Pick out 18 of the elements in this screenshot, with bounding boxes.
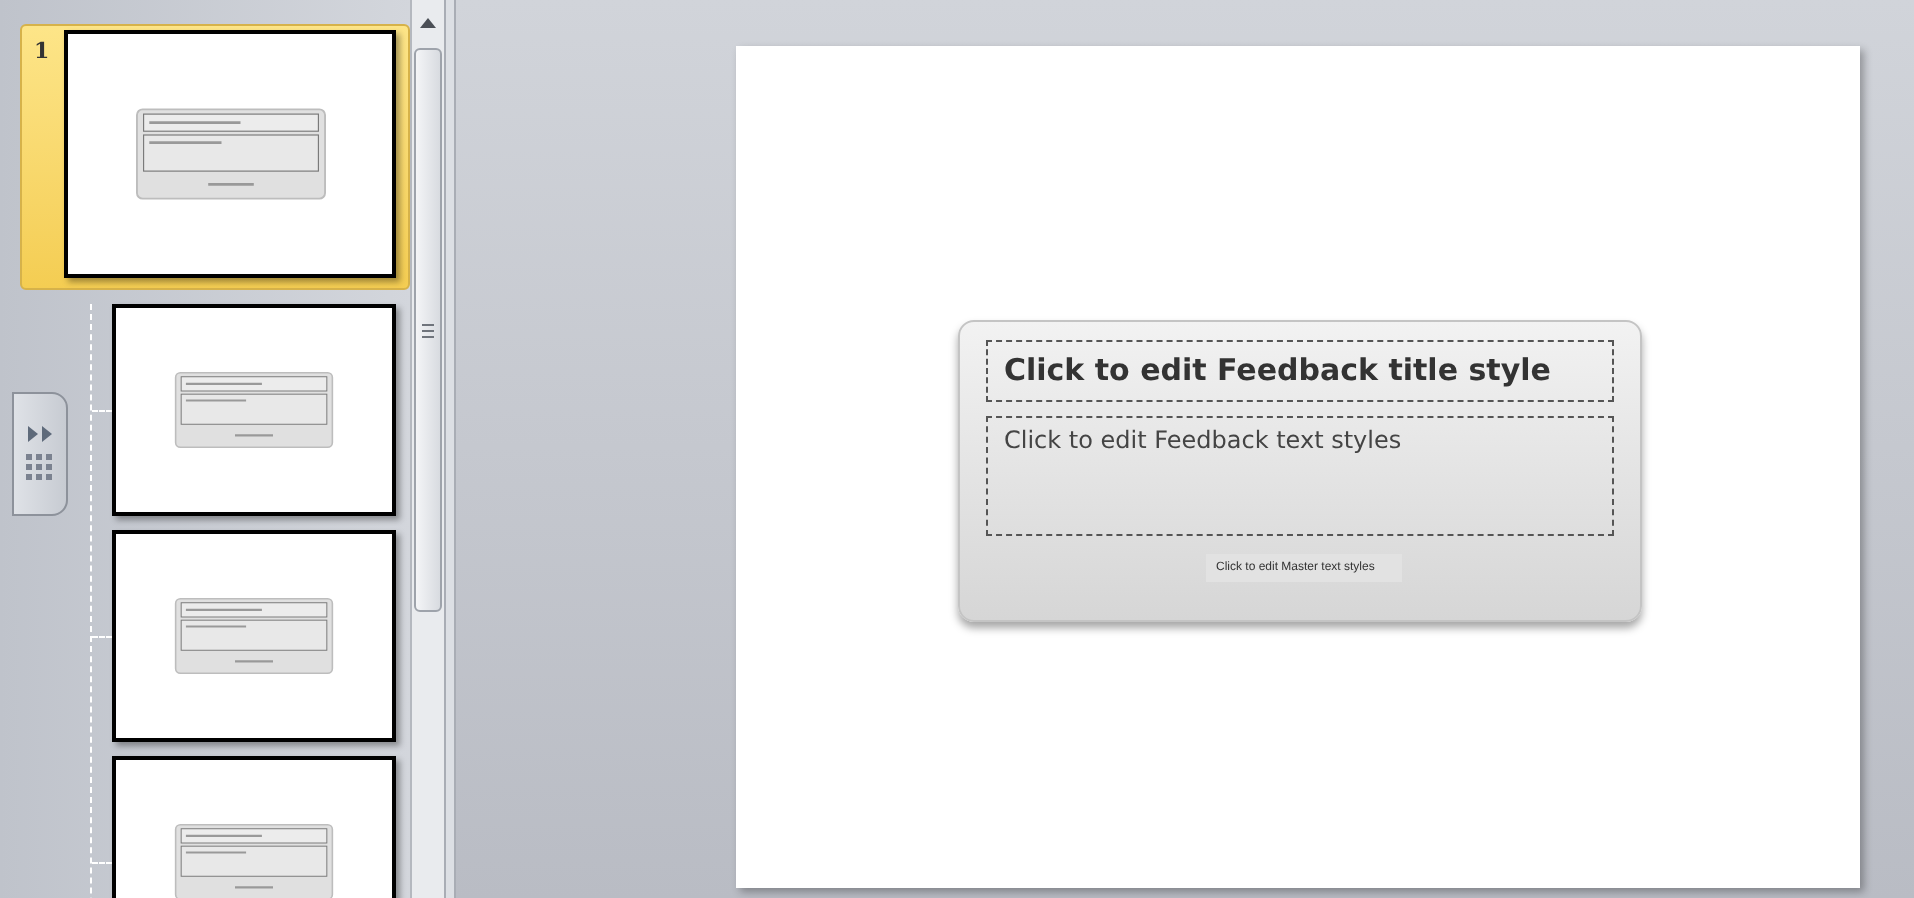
text-placeholder[interactable]: Click to edit Feedback text styles (986, 416, 1614, 536)
slide-number: 1 (32, 36, 52, 68)
callout-preview-icon (135, 108, 325, 200)
slide-thumbnail[interactable] (112, 530, 396, 742)
callout-preview-icon (170, 372, 338, 448)
scrollbar[interactable] (410, 0, 444, 898)
expand-tab[interactable] (12, 392, 68, 516)
slide-thumbnail-row[interactable]: 1 (20, 24, 410, 290)
callout-preview-icon (170, 598, 338, 674)
callout-preview-icon (170, 824, 338, 898)
grid-icon (26, 454, 54, 482)
scroll-up-icon[interactable] (420, 18, 436, 28)
scroll-thumb[interactable] (414, 48, 442, 612)
slide-thumbnail[interactable] (112, 304, 396, 516)
slide-thumbnail[interactable] (64, 30, 396, 278)
grip-icon (422, 323, 434, 337)
title-placeholder[interactable]: Click to edit Feedback title style (986, 340, 1614, 402)
double-arrow-icon (26, 426, 54, 442)
